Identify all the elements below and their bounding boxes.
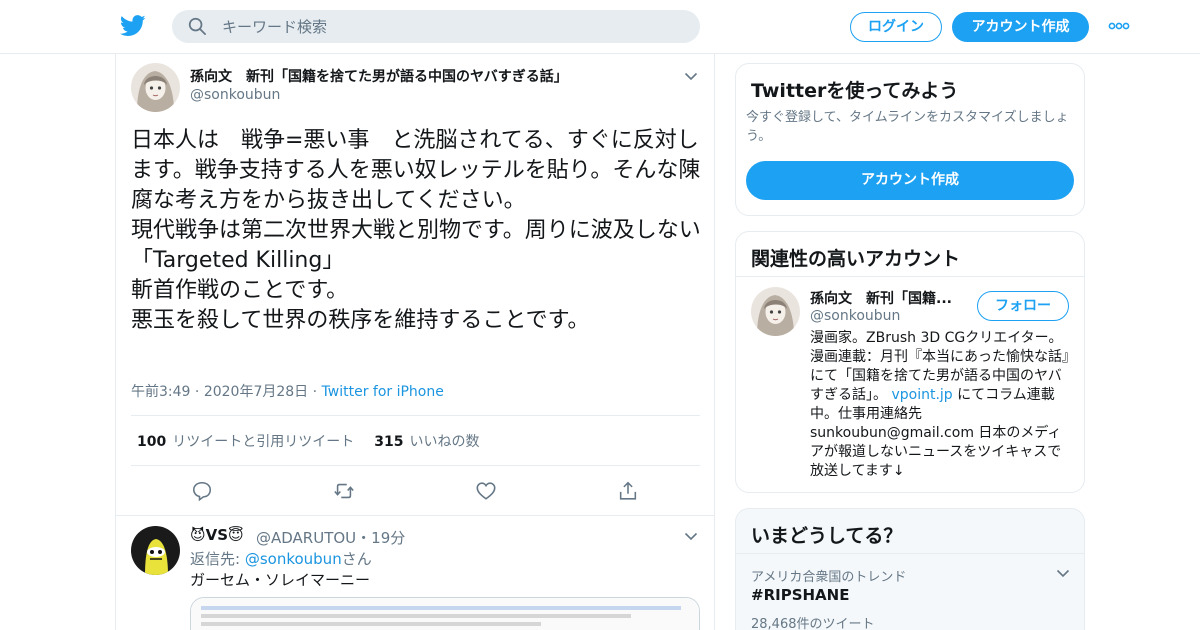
trends-card-title: いまどうしてる？ [751,525,903,547]
related-account-avatar[interactable] [751,287,800,336]
tweet-text: 日本人は 戦争=悪い事 と洗脳されてる、すぐに反対します。戦争支持する人を悪い奴… [131,128,701,333]
tweet-column: 孫向文 新刊「国籍を捨てた男が語る中国のヤバすぎる話」 @sonkoubun 日… [115,54,715,630]
divider [131,465,700,466]
tweet-time[interactable]: 午前3:49 [131,384,190,400]
reply-author-avatar[interactable] [131,526,180,575]
trend-name[interactable]: #RIPSHANE [751,586,849,604]
signup-button[interactable]: アカウント作成 [952,12,1089,42]
author-display-name[interactable]: 孫向文 新刊「国籍を捨てた男が語る中国のヤバすぎる話」 [190,66,568,86]
chevron-down-icon[interactable] [1056,569,1070,578]
reply-prefix: 返信先: [190,550,245,568]
reply-icon[interactable] [191,480,213,502]
top-navigation-bar: ログイン アカウント作成 [0,0,1200,54]
retweet-icon[interactable] [333,480,355,502]
retweets-count: 100 [137,434,167,450]
reply-to-context: 返信先: @sonkoubunさん [190,548,372,569]
retweets-stat[interactable]: 100 リツイートと引用リツイート [137,434,354,450]
likes-stat[interactable]: 315 いいねの数 [374,434,479,450]
likes-count: 315 [374,434,404,450]
author-handle[interactable]: @sonkoubun [190,87,280,103]
related-account-bio: 漫画家。ZBrush 3D CGクリエイター。漫画連載：月刊『本当にあった愉快な… [810,329,1072,481]
tweet-timestamp: 午前3:49 · 2020年7月28日 · Twitter for iPhone [131,384,444,400]
chevron-down-icon[interactable] [684,532,698,541]
trend-context: アメリカ合衆国のトレンド [751,570,907,585]
related-account-avatar-image [751,287,800,336]
bio-link[interactable]: vpoint.jp [891,387,952,403]
signup-card-title: Twitterを使ってみよう [751,80,959,102]
tweet-stats: 100 リツイートと引用リツイート 315 いいねの数 [137,431,479,451]
related-account-handle[interactable]: @sonkoubun [810,308,900,324]
trend-tweet-count: 28,468件のツイート [751,617,875,630]
follow-button[interactable]: フォロー [977,291,1069,321]
related-card-title: 関連性の高いアカウント [751,248,961,270]
search-input[interactable] [222,10,682,43]
signup-card-button[interactable]: アカウント作成 [746,161,1074,200]
reply-author-handle-time[interactable]: @ADARUTOU・19分 [256,527,405,548]
signup-card-subtitle: 今すぐ登録して、タイムラインをカスタマイズしましょう。 [746,110,1069,144]
search-bar [172,10,700,43]
twitter-bird-logo-icon[interactable] [120,14,146,38]
divider [736,276,1084,277]
tweet-date[interactable]: 2020年7月28日 [204,384,308,400]
reply-suffix: さん [341,550,372,568]
likes-label: いいねの数 [409,434,480,450]
reply-media-image[interactable] [190,597,700,630]
divider [736,553,1084,554]
search-icon [188,17,206,35]
reply-avatar-image [131,526,180,575]
login-button[interactable]: ログイン [850,12,942,42]
reply-text: ガーセム・ソレイマーニー [190,571,371,589]
more-options-icon[interactable] [1108,21,1130,31]
tweet-source-link[interactable]: Twitter for iPhone [322,384,444,400]
reply-mention-link[interactable]: @sonkoubun [245,550,342,568]
related-accounts-card: 関連性の高いアカウント 孫向文 新刊「国籍... @sonkoubun フォロー… [735,231,1085,493]
share-icon[interactable] [617,480,639,502]
related-account-name[interactable]: 孫向文 新刊「国籍... [810,288,960,308]
author-avatar[interactable] [131,63,180,112]
article-screenshot-image [191,598,699,630]
chevron-down-icon[interactable] [684,72,698,81]
like-heart-icon[interactable] [475,480,497,502]
signup-prompt-card: Twitterを使ってみよう 今すぐ登録して、タイムラインをカスタマイズしましょ… [735,63,1085,216]
author-avatar-image [131,63,180,112]
divider [131,415,700,416]
retweets-label: リツイートと引用リツイート [172,434,355,450]
trends-card: いまどうしてる？ アメリカ合衆国のトレンド #RIPSHANE 28,468件の… [735,508,1085,630]
reply-author-display-name[interactable]: 😈VS😇 [190,526,244,544]
divider [116,515,714,516]
